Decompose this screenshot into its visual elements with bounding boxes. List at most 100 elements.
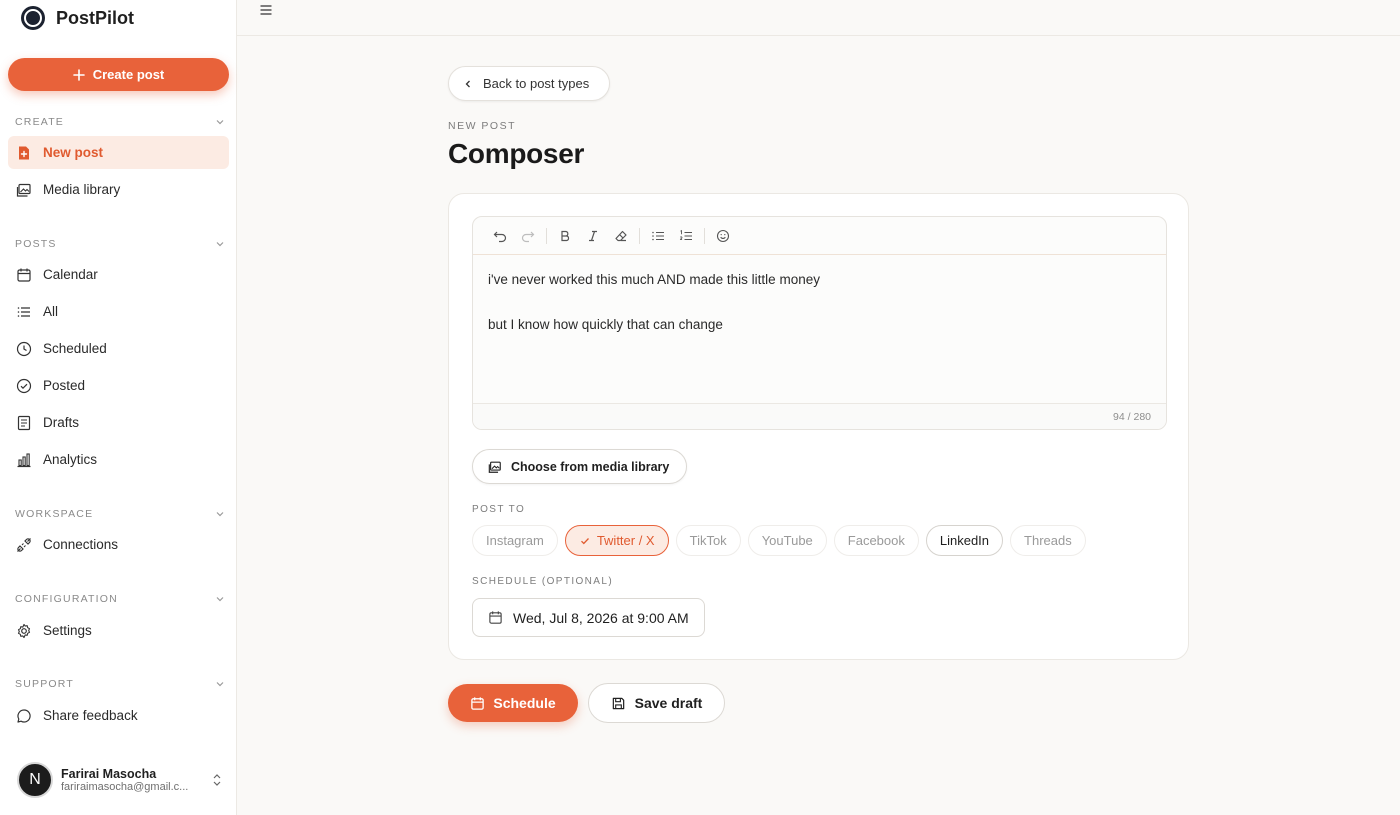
brand[interactable]: PostPilot — [20, 4, 134, 32]
schedule-button-label: Schedule — [493, 695, 556, 711]
editor-toolbar — [473, 217, 1166, 255]
chevron-left-icon — [463, 79, 473, 89]
sidebar-item-label: New post — [43, 145, 104, 160]
plug-icon — [16, 537, 32, 553]
user-email: fariraimasocha@gmail.c... — [61, 781, 189, 793]
top-bar — [237, 0, 1400, 36]
choose-media-button[interactable]: Choose from media library — [472, 449, 687, 484]
calendar-icon — [470, 696, 485, 711]
numbered-list-icon[interactable] — [672, 222, 700, 250]
sidebar-item-share-feedback[interactable]: Share feedback — [8, 699, 229, 732]
sidebar-item-label: Settings — [43, 623, 92, 638]
back-button-label: Back to post types — [483, 76, 590, 91]
section-create[interactable]: CREATE — [15, 115, 225, 129]
save-icon — [611, 696, 626, 711]
back-to-post-types-button[interactable]: Back to post types — [448, 66, 610, 101]
platform-chip-tiktok[interactable]: TikTok — [675, 525, 741, 556]
page-title: Composer — [448, 138, 585, 169]
sidebar-item-all[interactable]: All — [8, 295, 229, 328]
platform-chip-youtube[interactable]: YouTube — [747, 525, 827, 556]
chevron-down-icon — [215, 594, 225, 604]
platform-chip-linkedin[interactable]: LinkedIn — [925, 525, 1004, 556]
brand-name: PostPilot — [56, 7, 135, 28]
platform-chip-twitter[interactable]: Twitter / X — [564, 525, 669, 556]
platform-label: Instagram — [486, 533, 544, 548]
section-create-label: CREATE — [15, 116, 65, 128]
toolbar-divider — [639, 227, 640, 244]
create-post-label: Create post — [92, 67, 165, 82]
image-gallery-icon — [488, 460, 502, 474]
clock-icon — [16, 341, 32, 357]
user-info: Farirai Masocha fariraimasocha@gmail.c..… — [61, 767, 203, 793]
sidebar-item-label: Analytics — [43, 452, 98, 467]
create-post-button[interactable]: Create post — [8, 58, 229, 91]
sidebar-item-scheduled[interactable]: Scheduled — [8, 332, 229, 365]
chevron-down-icon — [215, 117, 225, 127]
sidebar-item-analytics[interactable]: Analytics — [8, 443, 229, 476]
sidebar-item-connections[interactable]: Connections — [8, 528, 229, 561]
calendar-icon — [16, 267, 32, 283]
save-draft-label: Save draft — [634, 695, 703, 711]
bar-chart-icon — [16, 452, 32, 468]
menu-toggle-icon[interactable] — [259, 3, 273, 17]
post-text-area[interactable]: i've never worked this much AND made thi… — [488, 269, 1148, 336]
chat-bubble-icon — [16, 708, 32, 724]
section-posts[interactable]: POSTS — [15, 237, 225, 251]
platform-label: Threads — [1024, 533, 1072, 548]
plus-icon — [72, 68, 85, 81]
section-support-label: SUPPORT — [15, 678, 74, 690]
schedule-date-picker[interactable]: Wed, Jul 8, 2026 at 9:00 AM — [472, 598, 705, 637]
platform-chip-facebook[interactable]: Facebook — [833, 525, 919, 556]
gear-icon — [16, 623, 32, 639]
platform-chip-instagram[interactable]: Instagram — [472, 525, 558, 556]
chevron-down-icon — [215, 239, 225, 249]
character-count: 94 / 280 — [1113, 411, 1151, 423]
sidebar-item-label: All — [43, 304, 59, 319]
post-text-blank-line — [488, 291, 1148, 314]
new-post-icon — [16, 145, 32, 161]
bold-icon[interactable] — [551, 222, 579, 250]
sidebar-item-calendar[interactable]: Calendar — [8, 258, 229, 291]
bullet-list-icon[interactable] — [644, 222, 672, 250]
sidebar-item-drafts[interactable]: Drafts — [8, 406, 229, 439]
section-workspace[interactable]: WORKSPACE — [15, 507, 225, 521]
chevron-down-icon — [215, 509, 225, 519]
sidebar-item-new-post[interactable]: New post — [8, 136, 229, 169]
platform-chip-threads[interactable]: Threads — [1010, 525, 1086, 556]
sidebar-item-settings[interactable]: Settings — [8, 614, 229, 647]
calendar-icon — [488, 610, 503, 625]
chevron-up-down-icon — [211, 771, 223, 789]
platform-label: Facebook — [847, 533, 905, 548]
avatar: N — [17, 762, 53, 798]
section-workspace-label: WORKSPACE — [15, 508, 94, 520]
undo-icon[interactable] — [486, 222, 514, 250]
sidebar-item-label: Connections — [43, 537, 119, 552]
user-name: Farirai Masocha — [61, 767, 157, 781]
sidebar-item-posted[interactable]: Posted — [8, 369, 229, 402]
composer-card: i've never worked this much AND made thi… — [448, 193, 1189, 660]
toolbar-divider — [704, 227, 705, 244]
image-gallery-icon — [16, 182, 32, 198]
post-text-line: but I know how quickly that can change — [488, 317, 723, 332]
schedule-button[interactable]: Schedule — [448, 684, 578, 722]
sidebar-item-label: Posted — [43, 378, 86, 393]
section-configuration[interactable]: CONFIGURATION — [15, 592, 225, 606]
post-editor[interactable]: i've never worked this much AND made thi… — [472, 216, 1167, 430]
chevron-down-icon — [215, 679, 225, 689]
emoji-icon[interactable] — [709, 222, 737, 250]
postpilot-logo-icon — [20, 5, 46, 31]
save-draft-button[interactable]: Save draft — [588, 683, 725, 723]
post-to-label: POST TO — [472, 504, 526, 515]
user-menu[interactable]: N Farirai Masocha fariraimasocha@gmail.c… — [17, 762, 223, 798]
platform-label: YouTube — [761, 533, 813, 548]
platform-label: Twitter / X — [596, 533, 655, 548]
sidebar-item-label: Calendar — [43, 267, 98, 282]
page-eyebrow: NEW POST — [448, 120, 517, 132]
platform-label: TikTok — [689, 533, 727, 548]
italic-icon[interactable] — [579, 222, 607, 250]
redo-icon[interactable] — [514, 222, 542, 250]
post-text-line: i've never worked this much AND made thi… — [488, 272, 820, 287]
section-support[interactable]: SUPPORT — [15, 677, 225, 691]
sidebar-item-media-library[interactable]: Media library — [8, 173, 229, 206]
eraser-icon[interactable] — [607, 222, 635, 250]
